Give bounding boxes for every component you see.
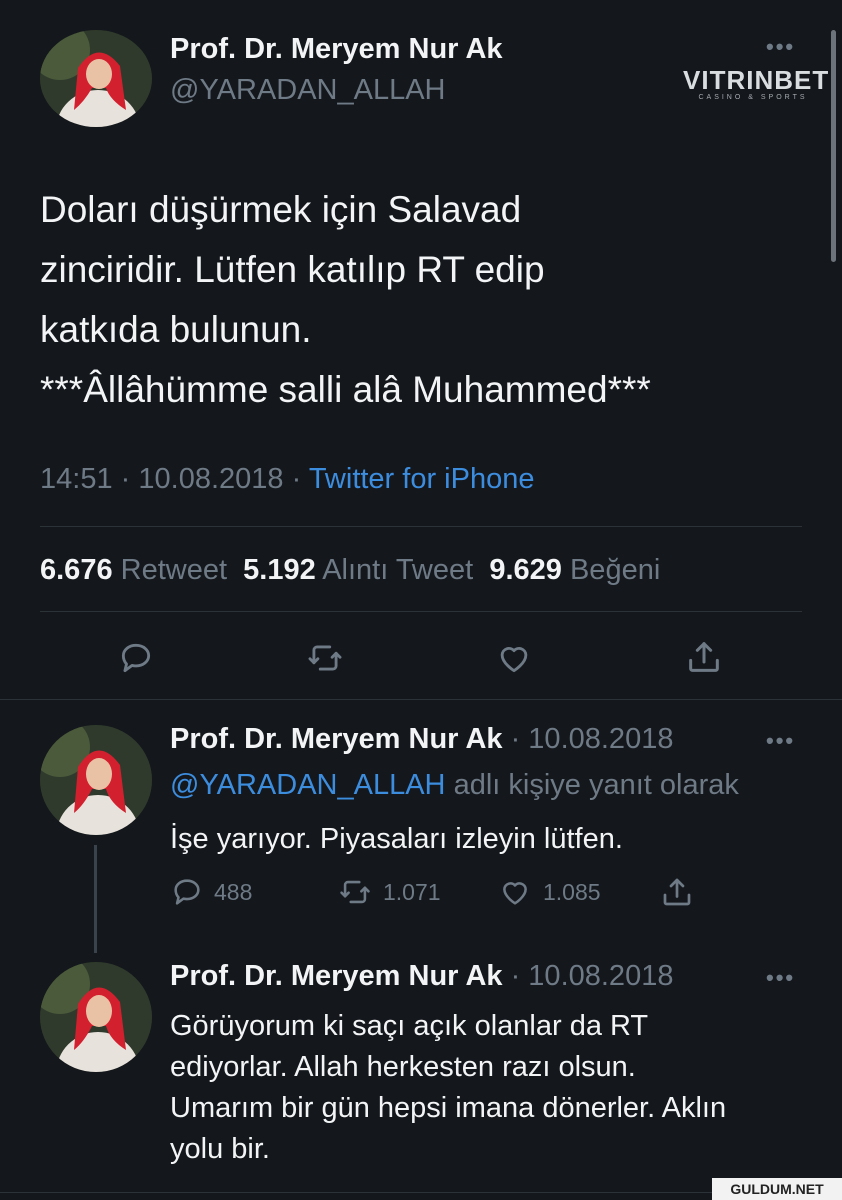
quote-count[interactable]: 5.192 bbox=[243, 554, 316, 586]
share-action[interactable] bbox=[659, 874, 695, 910]
retweet-count[interactable]: 6.676 bbox=[40, 554, 113, 586]
avatar-image bbox=[40, 725, 152, 835]
replying-to-text: adlı kişiye yanıt olarak bbox=[453, 769, 739, 801]
reply-avatar[interactable] bbox=[40, 725, 152, 835]
scrollbar-thumb[interactable] bbox=[831, 30, 836, 262]
author-name[interactable]: Prof. Dr. Meryem Nur Ak bbox=[170, 33, 503, 66]
reply-date[interactable]: · 10.08.2018 bbox=[511, 723, 674, 755]
tweet-stats: 6.676 Retweet 5.192 Alıntı Tweet 9.629 B… bbox=[40, 554, 660, 587]
reply-header: Prof. Dr. Meryem Nur Ak · 10.08.2018 bbox=[170, 723, 673, 756]
tweet-text-line: zinciridir. Lütfen katılıp RT edip bbox=[40, 249, 545, 290]
meta-separator: · bbox=[120, 463, 131, 495]
tweet-time[interactable]: 14:51 bbox=[40, 463, 113, 495]
reply-icon[interactable] bbox=[117, 639, 155, 677]
tweet-text-line: Doları düşürmek için Salavad bbox=[40, 189, 522, 230]
retweet-icon[interactable] bbox=[337, 875, 373, 909]
more-options-icon[interactable]: ••• bbox=[766, 728, 795, 754]
reply-author-name[interactable]: Prof. Dr. Meryem Nur Ak bbox=[170, 723, 503, 755]
reply-author-name[interactable]: Prof. Dr. Meryem Nur Ak bbox=[170, 960, 503, 992]
reply-text-line: ediyorlar. Allah herkesten razı olsun. bbox=[170, 1051, 636, 1083]
reply-count: 488 bbox=[214, 878, 253, 905]
vitrinbet-logo: VITRINBET CASINO & SPORTS bbox=[683, 65, 830, 101]
reply-icon[interactable] bbox=[170, 875, 204, 909]
thread-line bbox=[94, 845, 97, 953]
share-icon[interactable] bbox=[659, 874, 695, 910]
retweet-action[interactable]: 1.071 bbox=[337, 875, 441, 909]
reply-header: Prof. Dr. Meryem Nur Ak · 10.08.2018 bbox=[170, 960, 673, 993]
tweet-text-line: ***Âllâhümme salli alâ Muhammed*** bbox=[40, 369, 651, 410]
reply-avatar[interactable] bbox=[40, 962, 152, 1072]
meta-separator: · bbox=[291, 463, 302, 495]
tweet-date[interactable]: 10.08.2018 bbox=[138, 463, 283, 495]
retweet-label[interactable]: Retweet bbox=[121, 554, 227, 586]
divider bbox=[40, 611, 802, 612]
tweet-source[interactable]: Twitter for iPhone bbox=[309, 463, 535, 495]
replying-to-handle[interactable]: @YARADAN_ALLAH bbox=[170, 769, 446, 801]
retweet-count: 1.071 bbox=[383, 878, 441, 905]
tweet-text-line: katkıda bulunun. bbox=[40, 309, 312, 350]
site-watermark: GULDUM.NET bbox=[712, 1178, 842, 1200]
reply-text: Görüyorum ki saçı açık olanlar da RT edi… bbox=[170, 1006, 726, 1170]
reply-date[interactable]: · 10.08.2018 bbox=[511, 960, 674, 992]
divider bbox=[40, 526, 802, 527]
reply-text: İşe yarıyor. Piyasaları izleyin lütfen. bbox=[170, 823, 623, 855]
reply-text-line: Görüyorum ki saçı açık olanlar da RT bbox=[170, 1010, 649, 1042]
like-icon[interactable] bbox=[494, 639, 534, 677]
quote-label[interactable]: Alıntı Tweet bbox=[322, 554, 473, 586]
like-label[interactable]: Beğeni bbox=[570, 554, 660, 586]
more-options-icon[interactable]: ••• bbox=[766, 965, 795, 991]
like-count: 1.085 bbox=[543, 878, 601, 905]
reply-text-line: Umarım bir gün hepsi imana dönerler. Akl… bbox=[170, 1092, 727, 1124]
share-icon[interactable] bbox=[684, 637, 724, 677]
like-action[interactable]: 1.085 bbox=[497, 875, 601, 909]
author-handle[interactable]: @YARADAN_ALLAH bbox=[170, 74, 446, 107]
more-options-icon[interactable]: ••• bbox=[766, 34, 795, 60]
like-icon[interactable] bbox=[497, 875, 533, 909]
logo-brand: VITRINBET bbox=[683, 65, 830, 95]
avatar-image bbox=[40, 962, 152, 1072]
like-count[interactable]: 9.629 bbox=[489, 554, 562, 586]
retweet-icon[interactable] bbox=[305, 639, 345, 677]
tweet-text: Doları düşürmek için Salavad zinciridir.… bbox=[40, 180, 651, 420]
replying-to: @YARADAN_ALLAH adlı kişiye yanıt olarak bbox=[170, 769, 739, 802]
logo-tagline: CASINO & SPORTS bbox=[698, 94, 808, 101]
tweet-meta: 14:51 · 10.08.2018 · Twitter for iPhone bbox=[40, 463, 534, 496]
reply-text-line: yolu bir. bbox=[170, 1133, 270, 1165]
avatar-image bbox=[40, 30, 152, 127]
divider bbox=[0, 699, 842, 700]
author-avatar[interactable] bbox=[40, 30, 152, 127]
reply-action[interactable]: 488 bbox=[170, 875, 252, 909]
